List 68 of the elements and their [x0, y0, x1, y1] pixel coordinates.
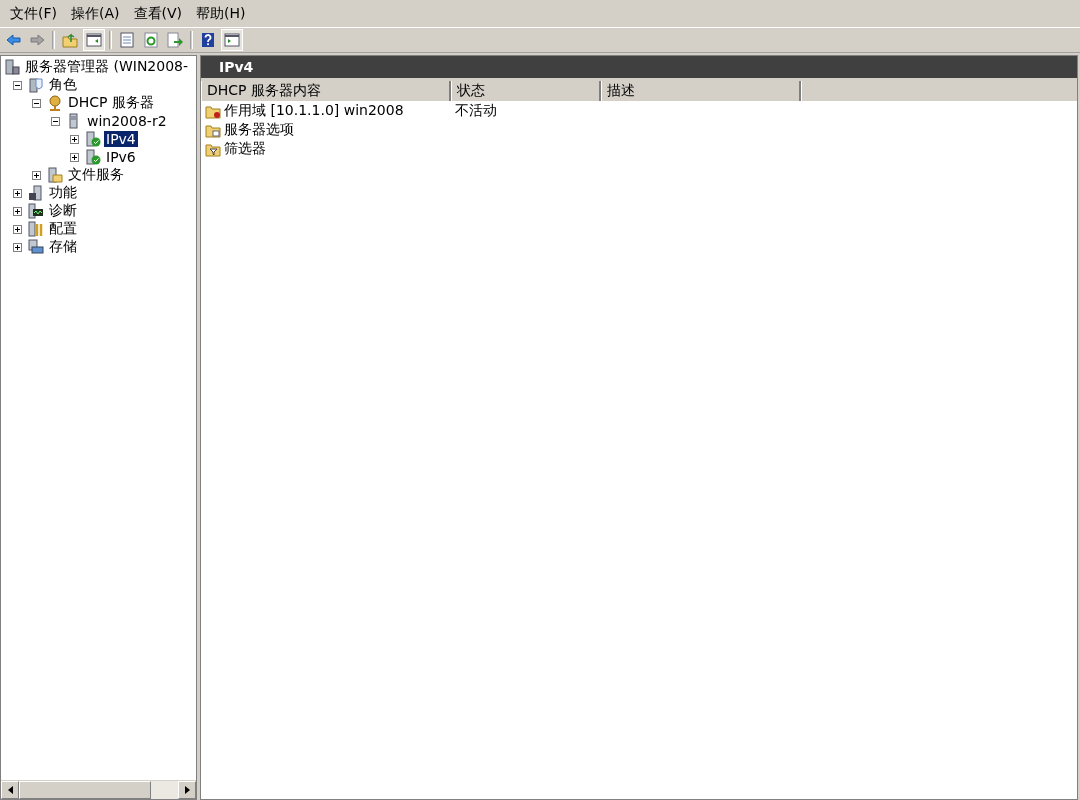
expand-toggle[interactable]: [70, 152, 79, 162]
plus-icon: [33, 171, 40, 179]
panel-icon: [224, 32, 240, 48]
tree-item[interactable]: 存储: [47, 238, 79, 256]
tree-item[interactable]: DHCP 服务器: [66, 94, 156, 112]
server-check-icon: [85, 149, 101, 165]
menu-item[interactable]: 文件(F): [3, 2, 64, 25]
forward-arrow-icon: [29, 32, 45, 48]
plus-icon: [71, 153, 78, 161]
expand-toggle[interactable]: [13, 206, 22, 216]
expand-toggle[interactable]: [32, 170, 41, 180]
plus-icon: [71, 135, 78, 143]
tree-item[interactable]: 角色: [47, 76, 79, 94]
collapse-toggle[interactable]: [51, 116, 60, 126]
right-arrow-icon: [184, 786, 190, 794]
list-item[interactable]: 服务器选项: [205, 120, 455, 139]
tree-item[interactable]: 功能: [47, 184, 79, 202]
expand-toggle[interactable]: [70, 134, 79, 144]
collapse-toggle[interactable]: [32, 98, 41, 108]
list-item[interactable]: 筛选器: [205, 139, 455, 158]
tree-item[interactable]: 服务器管理器 (WIN2008-: [23, 58, 191, 76]
file-server-icon: [47, 167, 63, 183]
status-cell-text: 不活动: [455, 101, 498, 120]
expand-toggle[interactable]: [13, 242, 22, 252]
list-item[interactable]: 作用域 [10.1.1.0] win2008: [205, 101, 455, 120]
back-arrow-icon: [5, 32, 21, 48]
column-header[interactable]: DHCP 服务器内容: [201, 81, 451, 101]
export-icon: [167, 32, 183, 48]
help-icon: [200, 32, 216, 48]
server-check-icon: [85, 131, 101, 147]
server-tools-icon: [28, 221, 44, 237]
expand-toggle[interactable]: [13, 224, 22, 234]
item-name: 作用域 [10.1.1.0] win2008: [224, 101, 404, 120]
menu-item[interactable]: 查看(V): [126, 2, 189, 25]
tree-item[interactable]: IPv4: [104, 131, 138, 147]
horizontal-scrollbar[interactable]: [1, 780, 196, 799]
panel-icon: [86, 32, 102, 48]
folder-up-icon: [62, 32, 78, 48]
plus-icon: [14, 243, 21, 251]
plus-icon: [14, 207, 21, 215]
toolbar-button[interactable]: [221, 29, 243, 51]
pane-title: IPv4: [201, 56, 1077, 81]
menu-item[interactable]: 操作(A): [64, 2, 127, 25]
toolbar-button[interactable]: [164, 29, 186, 51]
scroll-right-button[interactable]: [178, 781, 196, 799]
plus-icon: [14, 225, 21, 233]
plus-icon: [14, 189, 21, 197]
tree-item[interactable]: 文件服务: [66, 166, 126, 184]
tree-item[interactable]: win2008-r2: [85, 113, 169, 129]
expand-toggle[interactable]: [13, 188, 22, 198]
tree-item[interactable]: 诊断: [47, 202, 79, 220]
item-name: 服务器选项: [224, 120, 294, 139]
left-arrow-icon: [7, 786, 13, 794]
collapse-toggle[interactable]: [13, 80, 22, 90]
tree-item[interactable]: IPv6: [104, 149, 138, 165]
toolbar-button[interactable]: [83, 29, 105, 51]
column-header[interactable]: 状态: [451, 81, 601, 101]
server-monitor-icon: [28, 203, 44, 219]
scroll-left-button[interactable]: [1, 781, 19, 799]
storage-icon: [28, 239, 44, 255]
menu-item[interactable]: 帮助(H): [189, 2, 253, 25]
item-name: 筛选器: [224, 139, 266, 158]
tree-item[interactable]: 配置: [47, 220, 79, 238]
document-icon: [119, 32, 135, 48]
scrollbar-thumb[interactable]: [19, 781, 151, 799]
refresh-icon: [143, 32, 159, 48]
server-features-icon: [28, 185, 44, 201]
column-header[interactable]: 描述: [601, 81, 801, 101]
